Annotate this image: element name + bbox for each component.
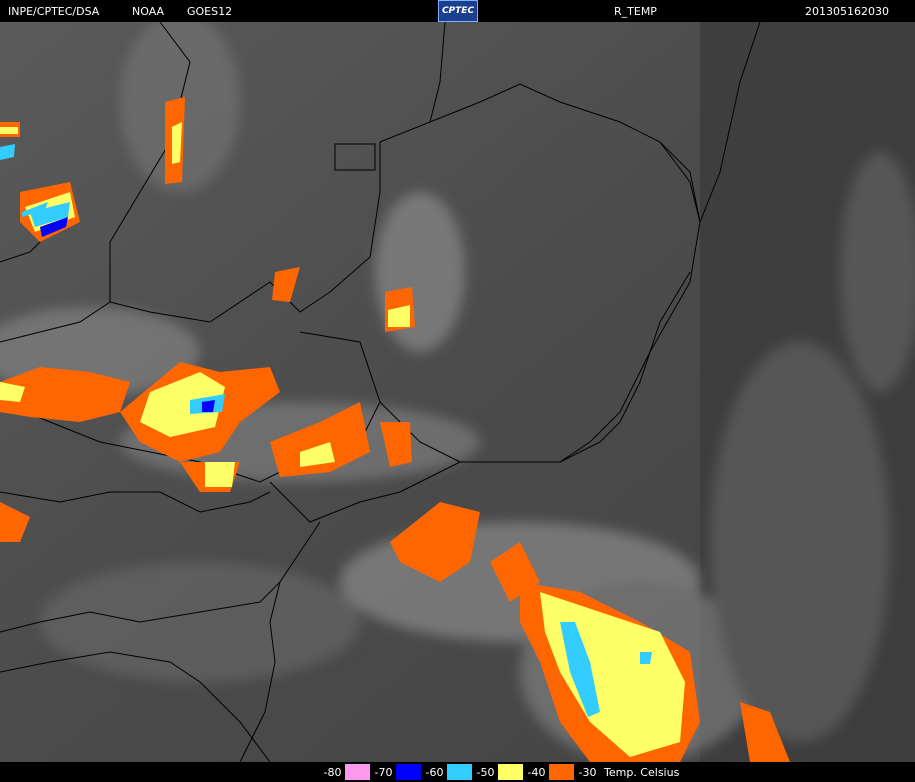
timestamp-label: 201305162030 <box>805 5 889 18</box>
legend-swatch-minus60 <box>447 764 472 780</box>
legend-swatch-minus80 <box>345 764 370 780</box>
legend-swatch-minus50 <box>498 764 523 780</box>
legend-swatch-minus70 <box>396 764 421 780</box>
satellite-image <box>0 22 915 762</box>
legend-label-minus30: -30 <box>578 765 597 779</box>
legend-swatch-minus40 <box>549 764 574 780</box>
legend-label-minus60: -60 <box>425 765 444 779</box>
legend-unit-label: Temp. Celsius <box>604 765 680 779</box>
legend-label-minus40: -40 <box>527 765 546 779</box>
legend-label-minus50: -50 <box>476 765 495 779</box>
agency-label: NOAA <box>132 5 165 18</box>
satellite-label: GOES12 <box>187 5 233 18</box>
legend-label-minus80: -80 <box>323 765 342 779</box>
org-label: INPE/CPTEC/DSA <box>8 5 100 18</box>
temperature-legend: -80 -70 -60 -50 -40 -30 Temp. Celsius <box>320 764 679 780</box>
header-bar: INPE/CPTEC/DSA NOAA GOES12 CPTEC R_TEMP … <box>0 0 915 22</box>
cptec-logo: CPTEC <box>438 0 478 22</box>
legend-label-minus70: -70 <box>374 765 393 779</box>
product-label: R_TEMP <box>614 5 657 18</box>
legend-bar: -80 -70 -60 -50 -40 -30 Temp. Celsius <box>0 762 915 782</box>
